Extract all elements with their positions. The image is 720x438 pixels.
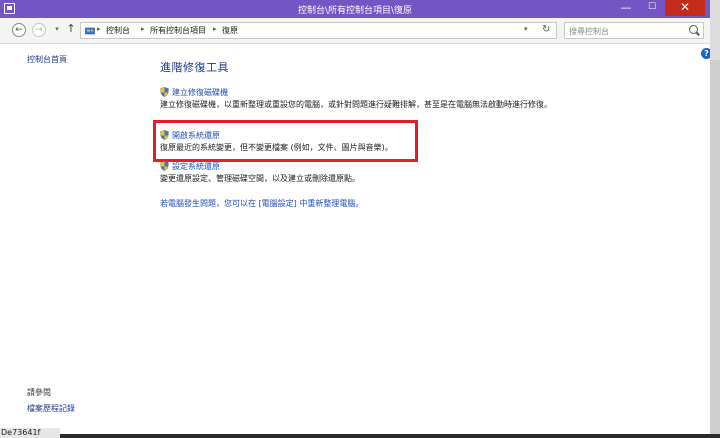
see-also-label: 請參閱 — [27, 388, 51, 397]
title-bar: 控制台\所有控制台項目\復原 — ☐ ✕ — [0, 0, 710, 18]
taskbar-label: De73641f — [0, 428, 60, 438]
configure-system-restore-link[interactable]: 設定系統還原 — [172, 161, 220, 172]
content-pane: ? 控制台首頁 請參閱 檔案歷程記錄 進階修復工具 建立修復磁碟機 建立修復磁碟… — [0, 44, 712, 434]
address-bar[interactable]: ▸ 控制台 ▸ 所有控制台項目 ▸ 復原 ▾ ↻ — [80, 22, 557, 39]
uac-shield-icon — [160, 130, 169, 140]
search-box[interactable] — [564, 22, 704, 39]
minimize-button[interactable]: — — [613, 0, 639, 16]
breadcrumb-all-items[interactable]: 所有控制台項目 — [150, 25, 206, 36]
search-input[interactable] — [569, 25, 681, 37]
open-system-restore-link[interactable]: 開啟系統還原 — [172, 130, 220, 141]
desktop-edge-stripe — [710, 60, 720, 438]
create-recovery-drive-description: 建立修復磁碟機，以重新整理或重設您的電腦，或針對問題進行疑難排解，甚至是在電腦無… — [160, 100, 552, 109]
uac-shield-icon — [160, 87, 169, 97]
close-button[interactable]: ✕ — [665, 0, 705, 16]
page-title: 進階修復工具 — [160, 61, 229, 74]
configure-system-restore-description: 變更還原設定、管理磁碟空間，以及建立或刪除還原點。 — [160, 174, 360, 183]
maximize-button[interactable]: ☐ — [639, 0, 665, 16]
navigation-bar: ← → ▾ ↑ ▸ 控制台 ▸ 所有控制台項目 ▸ 復原 ▾ ↻ — [0, 18, 710, 44]
refresh-pc-link[interactable]: 若電腦發生問題，您可以在 [電腦設定] 中重新整理電腦。 — [160, 198, 363, 209]
breadcrumb-recovery[interactable]: 復原 — [222, 25, 238, 36]
create-recovery-drive-link[interactable]: 建立修復磁碟機 — [172, 87, 228, 98]
recent-locations-dropdown[interactable]: ▾ — [50, 23, 64, 37]
highlight-box — [153, 120, 418, 162]
window-title: 控制台\所有控制台項目\復原 — [297, 6, 413, 16]
forward-button[interactable]: → — [32, 23, 46, 37]
control-panel-icon — [85, 27, 95, 35]
up-button[interactable]: ↑ — [64, 23, 78, 37]
search-icon[interactable] — [689, 25, 698, 34]
address-separator[interactable]: ▸ — [97, 25, 101, 33]
taskbar — [0, 434, 720, 438]
uac-shield-icon — [160, 161, 169, 171]
refresh-icon[interactable]: ↻ — [542, 24, 550, 35]
breadcrumb-control-panel[interactable]: 控制台 — [106, 25, 130, 36]
address-history-dropdown[interactable]: ▾ — [524, 25, 528, 33]
control-panel-home-link[interactable]: 控制台首頁 — [27, 54, 67, 65]
back-button[interactable]: ← — [12, 23, 26, 37]
desktop-edge — [710, 0, 720, 438]
open-system-restore-description: 復原最近的系統變更，但不變更檔案 (例如，文件、圖片與音樂)。 — [160, 143, 393, 152]
address-separator[interactable]: ▸ — [141, 25, 145, 33]
control-panel-window: 控制台\所有控制台項目\復原 — ☐ ✕ ← → ▾ ↑ ▸ 控制台 ▸ 所有控… — [0, 0, 712, 438]
file-history-link[interactable]: 檔案歷程記錄 — [27, 403, 75, 414]
address-separator[interactable]: ▸ — [213, 25, 217, 33]
